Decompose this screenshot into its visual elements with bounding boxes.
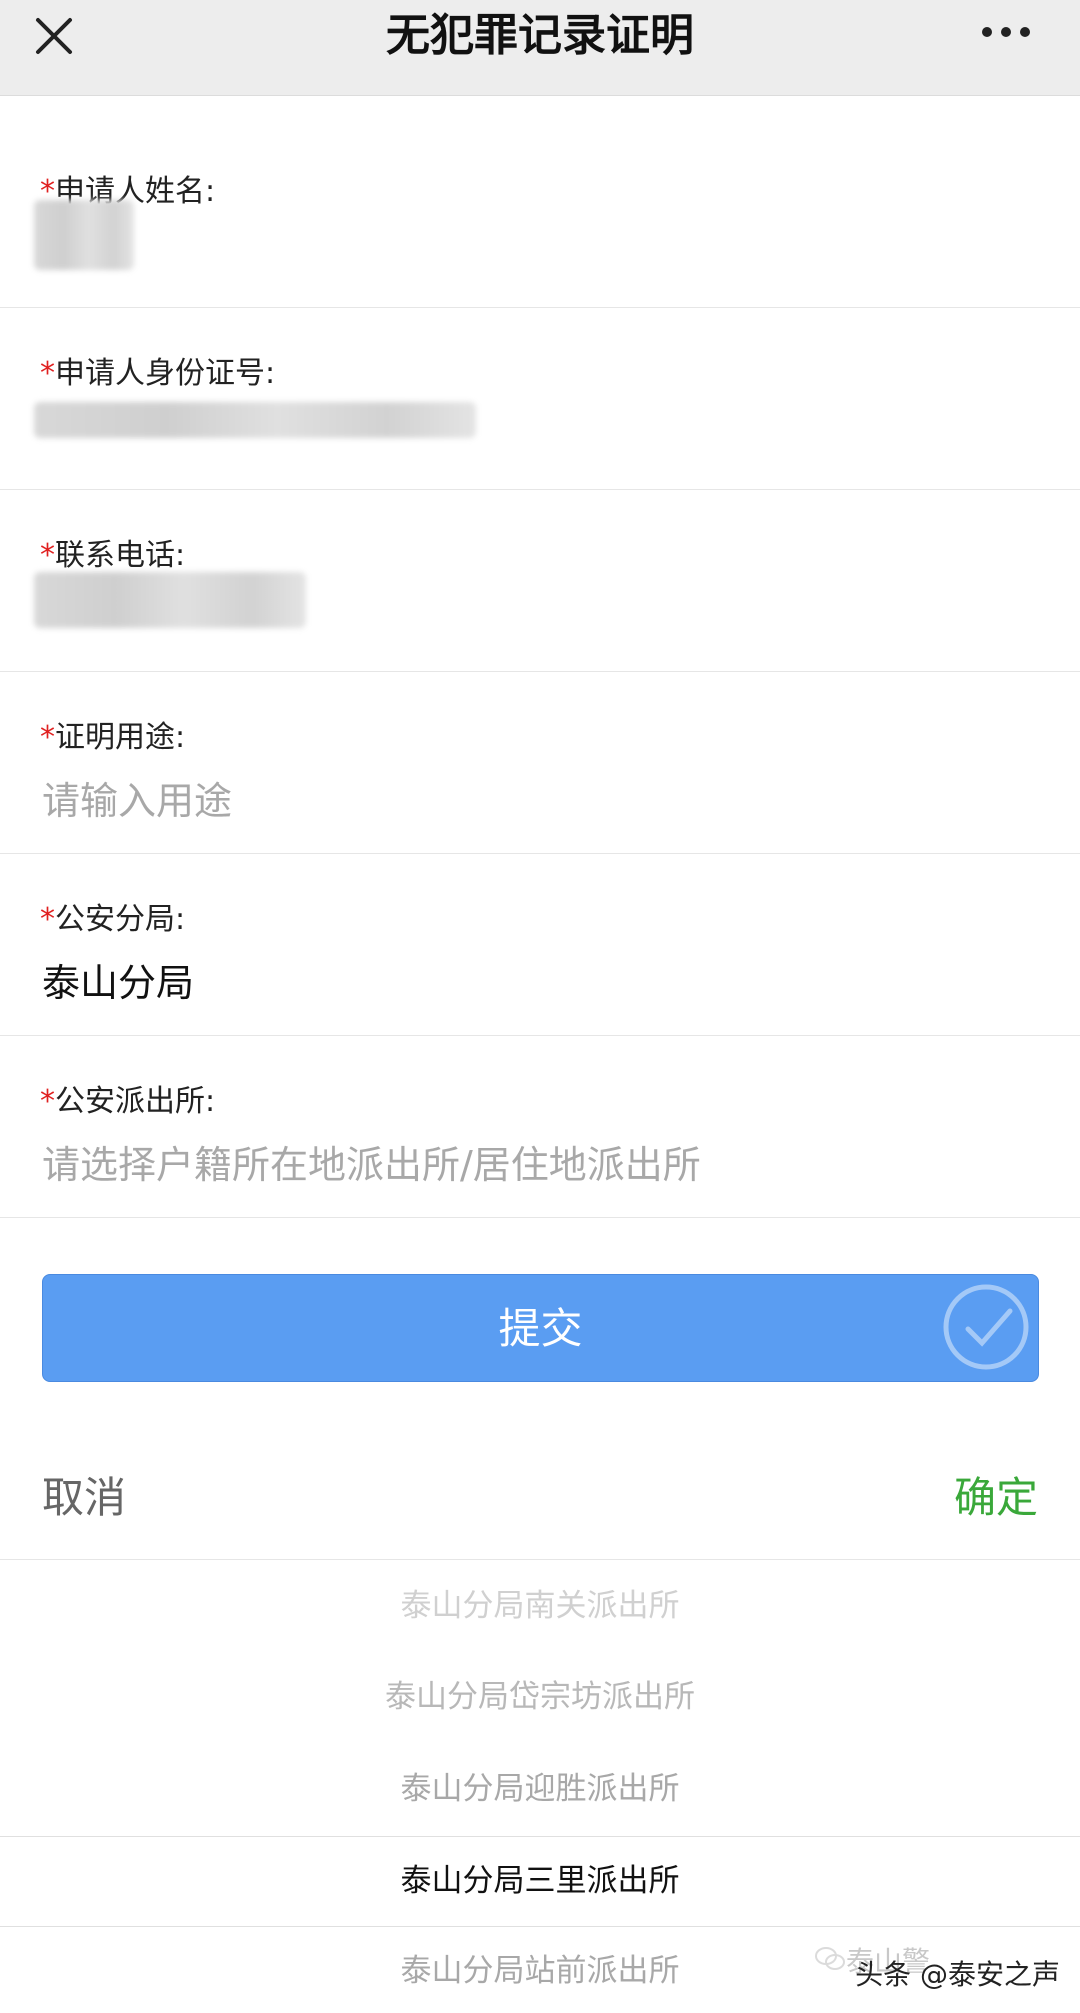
submit-button[interactable]: 提交 (42, 1274, 1039, 1382)
name-field[interactable]: *申请人姓名: (0, 126, 1080, 308)
required-mark: * (40, 1084, 55, 1119)
required-mark: * (40, 538, 55, 573)
submit-label: 提交 (498, 1304, 583, 1353)
picker-option-selected[interactable]: 泰山分局三里派出所 (0, 1859, 1080, 1903)
station-select[interactable]: 请选择户籍所在地派出所/居住地派出所 (42, 1140, 701, 1190)
required-mark: * (40, 902, 55, 937)
cancel-button[interactable]: 取消 (42, 1470, 126, 1526)
watermark: 头条 @泰安之声 (855, 1958, 1060, 1991)
picker-option[interactable]: 泰山分局南关派出所 (0, 1584, 1080, 1628)
picker-selection-line-bottom (0, 1926, 1080, 1927)
required-mark: * (40, 356, 55, 391)
phone-label: *联系电话: (40, 538, 186, 573)
top-bar: 无犯罪记录证明 (0, 0, 1080, 96)
id-number-field[interactable]: *申请人身份证号: (0, 308, 1080, 490)
confirm-button[interactable]: 确定 (954, 1470, 1038, 1526)
bureau-field[interactable]: *公安分局: 泰山分局 (0, 854, 1080, 1036)
station-field[interactable]: *公安派出所: 请选择户籍所在地派出所/居住地派出所 (0, 1036, 1080, 1218)
picker-option[interactable]: 泰山分局岱宗坊派出所 (0, 1675, 1080, 1719)
purpose-input[interactable]: 请输入用途 (42, 776, 232, 826)
wechat-icon (815, 1947, 845, 1970)
picker-toolbar: 取消 确定 (0, 1430, 1080, 1560)
purpose-field[interactable]: *证明用途: 请输入用途 (0, 672, 1080, 854)
bureau-label: *公安分局: (40, 902, 186, 937)
picker-option[interactable]: 泰山分局迎胜派出所 (0, 1767, 1080, 1811)
check-circle-icon (943, 1284, 1029, 1370)
more-icon[interactable] (980, 24, 1032, 40)
bureau-select[interactable]: 泰山分局 (42, 958, 194, 1008)
phone-value-redacted (34, 572, 306, 628)
id-number-label: *申请人身份证号: (40, 356, 276, 391)
required-mark: * (40, 720, 55, 755)
id-number-value-redacted (34, 402, 476, 438)
name-value-redacted (34, 200, 134, 270)
phone-field[interactable]: *联系电话: (0, 490, 1080, 672)
purpose-label: *证明用途: (40, 720, 186, 755)
picker-selection-line-top (0, 1836, 1080, 1837)
station-label: *公安派出所: (40, 1084, 216, 1119)
page-title: 无犯罪记录证明 (386, 10, 694, 61)
